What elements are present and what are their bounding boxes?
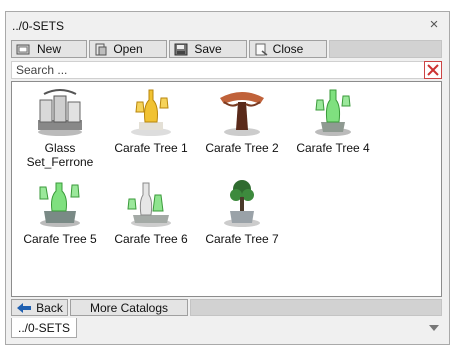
- arrow-left-icon: [17, 302, 31, 313]
- search-input[interactable]: [12, 62, 396, 78]
- path-tab-label: ../0-SETS: [18, 320, 71, 335]
- back-label: Back: [36, 300, 63, 315]
- open-button[interactable]: Open: [89, 40, 167, 58]
- more-catalogs-label: More Catalogs: [89, 300, 169, 315]
- close-icon[interactable]: ×: [427, 17, 441, 32]
- item-label: Carafe Tree 1: [114, 141, 188, 155]
- title-bar: ../0-SETS ×: [6, 12, 449, 40]
- catalog-item-carafe-tree-5[interactable]: Carafe Tree 5: [18, 177, 102, 246]
- carafe-tree-green-thumbnail: [127, 182, 171, 227]
- item-label: Carafe Tree 4: [296, 141, 370, 155]
- path-tab[interactable]: ../0-SETS: [11, 318, 78, 338]
- carafe-tree-yellow-thumbnail: [131, 89, 171, 136]
- search-bar: [11, 61, 442, 79]
- open-icon: [95, 43, 107, 56]
- catalog-item-carafe-tree-4[interactable]: Carafe Tree 4: [291, 86, 375, 155]
- glass-set-thumbnail: [38, 89, 82, 136]
- carafe-tree-plant-thumbnail: [224, 180, 260, 227]
- more-catalogs-button[interactable]: More Catalogs: [70, 299, 188, 316]
- catalog-grid: Glass Set_Ferrone Carafe Tree 1 Carafe T…: [11, 81, 442, 297]
- catalog-item-carafe-tree-6[interactable]: Carafe Tree 6: [109, 177, 193, 246]
- item-label: Carafe Tree 7: [205, 232, 279, 246]
- item-label: Glass Set_Ferrone: [26, 141, 94, 169]
- new-button[interactable]: New: [11, 40, 87, 58]
- catalog-item-glass-set[interactable]: Glass Set_Ferrone: [18, 86, 102, 169]
- item-label: Carafe Tree 6: [114, 232, 188, 246]
- close-doc-icon: [255, 43, 268, 56]
- item-label: Carafe Tree 5: [23, 232, 97, 246]
- catalog-item-carafe-tree-7[interactable]: Carafe Tree 7: [200, 177, 284, 246]
- back-button[interactable]: Back: [11, 299, 68, 316]
- toolbar-filler: [329, 40, 442, 58]
- bottom-filler: [190, 299, 442, 316]
- clear-search-button[interactable]: [424, 61, 442, 79]
- catalog-item-carafe-tree-2[interactable]: Carafe Tree 2: [200, 86, 284, 155]
- catalog-item-carafe-tree-1[interactable]: Carafe Tree 1: [109, 86, 193, 155]
- window-title: ../0-SETS: [12, 19, 65, 33]
- toolbar: New Open Save Close: [11, 40, 442, 58]
- save-button[interactable]: Save: [169, 40, 247, 58]
- new-icon: [16, 44, 30, 55]
- carafe-tree-brown-thumbnail: [220, 92, 264, 136]
- save-icon: [174, 43, 188, 56]
- carafe-tree-green-thumbnail: [39, 182, 80, 227]
- carafe-tree-green-thumbnail: [315, 89, 351, 136]
- item-label: Carafe Tree 2: [205, 141, 279, 155]
- chevron-down-icon[interactable]: [429, 325, 439, 331]
- close-button[interactable]: Close: [249, 40, 327, 58]
- clear-x-icon: [427, 64, 439, 76]
- bottom-bar: Back More Catalogs: [11, 299, 442, 316]
